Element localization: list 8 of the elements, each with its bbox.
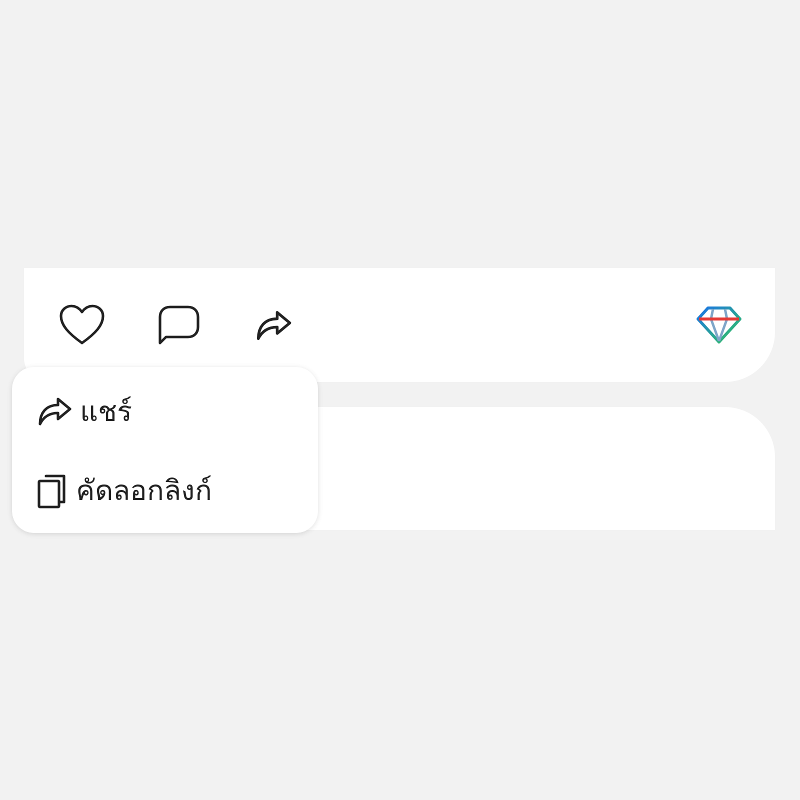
like-button[interactable]	[58, 303, 106, 347]
speech-bubble-icon	[156, 303, 202, 347]
comment-button[interactable]	[156, 303, 202, 347]
menu-item[interactable]: คัดลอกลิงก์	[12, 468, 318, 512]
premium-button[interactable]	[695, 305, 743, 345]
menu-item[interactable]: แชร์	[12, 388, 318, 432]
diamond-icon	[695, 305, 743, 345]
heart-icon	[58, 303, 106, 347]
